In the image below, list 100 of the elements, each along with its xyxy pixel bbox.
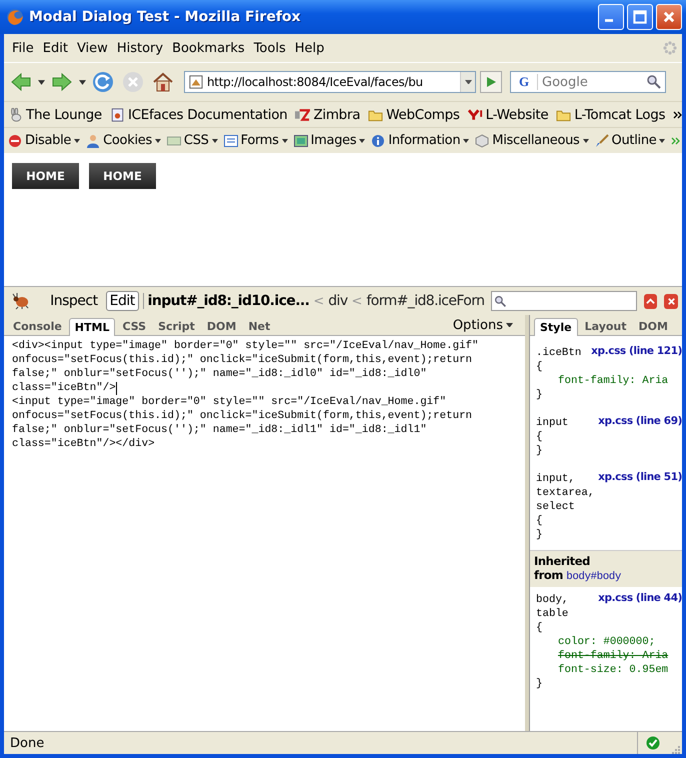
throbber-icon <box>662 40 678 56</box>
caret-icon <box>74 138 80 142</box>
search-icon[interactable] <box>646 74 662 90</box>
css-selector: .iceBtn <box>536 346 582 360</box>
caret-icon <box>659 138 666 142</box>
menu-item[interactable]: Help <box>292 40 332 56</box>
info-icon <box>371 134 386 148</box>
source-link[interactable]: xp.css (line 51) <box>598 471 682 483</box>
search-field[interactable] <box>491 291 637 311</box>
css-selector: table <box>536 607 568 621</box>
side-panel-tab[interactable]: Layout <box>580 318 632 335</box>
panel-tab[interactable]: Net <box>243 318 276 335</box>
home-image-button[interactable]: HOME <box>12 163 79 189</box>
bookmark-item[interactable]: L-Tomcat Logs <box>556 106 674 122</box>
code-line: onfocus="setFocus(this.id);" onclick="iceSubmit(form,this,event);return <box>12 409 472 423</box>
menu-item[interactable]: History <box>114 40 170 56</box>
url-field[interactable]: http://localhost:8084/IceEval/faces/bu <box>184 71 476 93</box>
source-link[interactable]: xp.css (line 44) <box>598 592 682 604</box>
css-declaration: font-size: 0.95em <box>557 663 670 677</box>
firebug-tool-button[interactable]: Inspect <box>46 291 102 311</box>
search-icon <box>494 294 508 308</box>
side-panel-tab[interactable]: DOM <box>634 318 673 335</box>
menu-item[interactable]: View <box>74 40 115 56</box>
panel-tab[interactable]: Script <box>153 318 200 335</box>
detach-button[interactable] <box>644 294 658 308</box>
minimize-button[interactable] <box>598 4 624 30</box>
brace: { <box>536 514 544 528</box>
code-line: <div><input type="image" border="0" style="" src="/IceEval/nav_Home.gif" <box>12 339 479 353</box>
css-selector: input <box>536 416 568 430</box>
close-icon <box>666 296 676 306</box>
toolbar-menu[interactable]: Disable <box>8 133 86 148</box>
code-line: class="iceBtn"/> <box>12 381 116 395</box>
brace: { <box>536 430 544 444</box>
menu-item[interactable]: Bookmarks <box>170 40 252 56</box>
css-declaration: font-family: Aria <box>557 374 670 388</box>
css-selector: input, <box>536 472 575 486</box>
options-menu[interactable]: Options <box>452 318 513 332</box>
window-title: Modal Dialog Test - Mozilla Firefox <box>29 9 302 25</box>
toolbar-menu[interactable]: Outline <box>594 133 672 148</box>
bookmark-item[interactable]: L-Website <box>468 106 556 122</box>
element-link[interactable]: body#body <box>566 571 621 583</box>
z-logo-icon <box>295 108 310 122</box>
toolbar-menu[interactable]: Forms <box>224 133 294 148</box>
y-logo-icon <box>468 108 483 122</box>
more-tools-icon[interactable] <box>671 136 682 144</box>
menu-item[interactable]: File <box>10 40 41 56</box>
bookmark-item[interactable]: WebComps <box>368 106 468 122</box>
form-icon <box>224 134 238 148</box>
cube-icon <box>475 134 490 148</box>
search-bar[interactable]: G Google <box>510 71 666 93</box>
source-link[interactable]: xp.css (line 69) <box>598 415 682 427</box>
brace: } <box>536 444 544 458</box>
panel-tab[interactable]: CSS <box>117 318 152 335</box>
caret-icon <box>506 322 513 328</box>
menu-item[interactable]: Edit <box>40 40 75 56</box>
dropdown-caret-icon[interactable] <box>38 80 45 84</box>
breadcrumb-item[interactable]: input#_id8:_id10.ice... <box>148 293 310 309</box>
toolbar-menu[interactable]: Miscellaneous <box>475 133 595 148</box>
side-panel-tab[interactable]: Style <box>534 318 578 336</box>
css-selector: textarea, <box>536 486 594 500</box>
bug-icon <box>12 292 30 310</box>
chevron-up-icon <box>646 296 656 306</box>
panel-tab[interactable]: Console <box>8 318 67 335</box>
code-line: <input type="image" border="0" style="" src="/IceEval/nav_Home.gif" <box>12 395 446 409</box>
css-file-icon <box>166 134 181 148</box>
source-link[interactable]: xp.css (line 121) <box>591 345 682 357</box>
dropdown-caret-icon[interactable] <box>79 80 86 84</box>
toolbar-menu[interactable]: Images <box>294 133 372 148</box>
play-icon <box>485 76 497 88</box>
menu-item[interactable]: Tools <box>252 40 293 56</box>
close-button[interactable] <box>656 4 682 30</box>
dropdown-caret-icon[interactable] <box>464 80 472 84</box>
go-button[interactable] <box>480 71 502 93</box>
bookmark-item[interactable]: ICEfaces Documentation <box>110 106 296 122</box>
breadcrumb-item[interactable]: div <box>328 293 348 309</box>
resize-grip-icon[interactable] <box>670 744 680 754</box>
code-line: false;" onblur="setFocus('');" name="_id8:_idl0" id="_id8:_idl0" <box>12 367 427 381</box>
brush-icon <box>594 134 609 148</box>
maximize-button[interactable] <box>627 4 653 30</box>
more-bookmarks-icon[interactable] <box>673 110 682 118</box>
bookmark-item[interactable]: Zimbra <box>295 106 368 122</box>
minimize-icon <box>605 19 613 22</box>
caret-icon <box>154 138 161 142</box>
brace: { <box>536 360 544 374</box>
home-image-button[interactable]: HOME <box>89 163 156 189</box>
code-line: class="iceBtn"/></div> <box>12 437 155 451</box>
close-button[interactable] <box>664 294 678 308</box>
toolbar-menu[interactable]: Information <box>371 133 476 148</box>
page-icon <box>189 75 203 89</box>
bookmark-item[interactable]: The Lounge <box>8 106 110 122</box>
firebug-tool-button[interactable]: Edit <box>106 291 139 311</box>
toolbar-menu[interactable]: Cookies <box>86 133 167 148</box>
globe-icon <box>6 8 24 26</box>
page-icon <box>110 108 125 122</box>
panel-tab[interactable]: DOM <box>202 318 242 335</box>
maximize-icon <box>633 10 647 24</box>
panel-tab[interactable]: HTML <box>68 318 116 336</box>
toolbar-menu[interactable]: CSS <box>166 133 224 148</box>
from-label: from <box>534 568 563 582</box>
breadcrumb-item[interactable]: form#_id8.iceForn <box>366 293 484 309</box>
